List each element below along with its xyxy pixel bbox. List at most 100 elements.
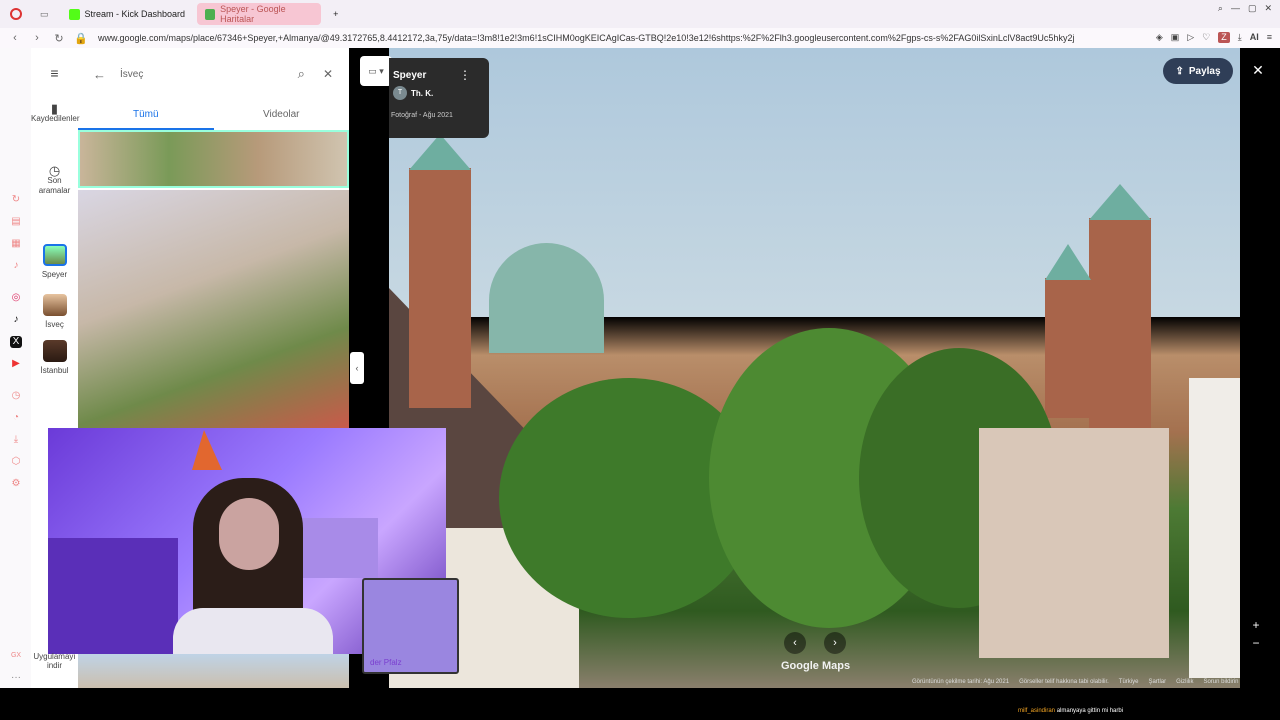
download-icon[interactable]: ⤓ (1238, 32, 1242, 43)
streamer (173, 468, 333, 654)
author-name: Th. K. (411, 88, 434, 98)
maximize-icon[interactable]: ▢ (1248, 3, 1257, 14)
share-icon: ⇪ (1175, 65, 1184, 77)
report-link[interactable]: Sorun bildirin (1203, 679, 1238, 685)
share-button[interactable]: ⇪ Paylaş (1163, 58, 1233, 84)
clear-search-icon[interactable]: ✕ (323, 67, 333, 81)
saved-label: Kaydedilenler (31, 114, 80, 123)
recent-nav-item[interactable]: ◷ Son aramalar (31, 163, 78, 196)
back-arrow-icon[interactable]: ← (93, 67, 106, 82)
terms-link[interactable]: Şartlar (1148, 679, 1166, 685)
more-options-icon[interactable]: ⋮ (459, 68, 471, 82)
maps-footer: Görüntünün çekilme tarihi: Ağu 2021 Görs… (912, 679, 1239, 685)
photo-author[interactable]: T Th. K. (393, 86, 433, 100)
timer-icon[interactable]: ◔ (10, 412, 22, 424)
x-twitter-icon[interactable]: X (10, 336, 22, 348)
lock-icon: 🔒 (74, 32, 88, 45)
place-label: İstanbul (40, 366, 69, 375)
privacy-link[interactable]: Gizlilik (1176, 679, 1193, 685)
minimize-icon[interactable]: — (1231, 3, 1240, 14)
more-icon[interactable]: ··· (10, 672, 22, 684)
instagram-icon[interactable]: ◎ (10, 292, 22, 304)
history-icon[interactable]: ↻ (10, 194, 22, 206)
bookmark-page-icon[interactable]: ◈ (1156, 32, 1163, 43)
settings-icon[interactable]: ⚙ (10, 478, 22, 490)
browser-tab-bar: ▭ Stream - Kick Dashboard Speyer - Googl… (0, 0, 1280, 28)
author-avatar: T (393, 86, 407, 100)
download-app-link[interactable]: Uygulamayı indir (31, 652, 78, 670)
search-input[interactable]: İsveç (120, 69, 298, 80)
saved-nav-item[interactable]: ▮ Kaydedilenler (31, 101, 80, 124)
reload-icon[interactable]: ↻ (52, 32, 66, 45)
clock-icon[interactable]: ◷ (10, 390, 22, 402)
prev-photo-icon[interactable]: ‹ (784, 632, 806, 654)
chat-username: milf_asindiran (1018, 708, 1056, 714)
dome-shape (489, 243, 604, 353)
url-field[interactable]: www.google.com/maps/place/67346+Speyer,+… (98, 33, 1098, 43)
tiktok-icon[interactable]: ♪ (10, 314, 22, 326)
place-nav-isvec[interactable]: İsveç (31, 294, 78, 330)
google-maps-icon (205, 8, 216, 20)
istanbul-thumb (42, 340, 67, 362)
copyright-note[interactable]: Görseller telif hakkına tabi olabilir. (1019, 679, 1109, 685)
opera-logo-icon[interactable] (10, 8, 22, 20)
street-photo[interactable] (389, 48, 1240, 688)
gx-icon[interactable]: GX (10, 650, 22, 662)
share-label: Paylaş (1188, 65, 1221, 77)
profile-icon[interactable]: Z (1218, 32, 1230, 43)
tab-all[interactable]: Tümü (78, 106, 214, 130)
place-label: Speyer (41, 270, 68, 279)
browser-sidebar: ↻ ▤ ▦ ♪ ◎ ♪ X ▶ ◷ ◔ ⤓ ⬡ ⚙ GX ··· (0, 48, 31, 688)
next-photo-icon[interactable]: › (824, 632, 846, 654)
heart-icon[interactable]: ♡ (1202, 32, 1210, 43)
close-window-icon[interactable]: ✕ (1264, 3, 1272, 14)
tab-label: Speyer - Google Haritalar (220, 4, 286, 24)
place-nav-speyer[interactable]: Speyer (31, 244, 78, 280)
image-icon[interactable]: ▦ (10, 238, 22, 250)
photo-thumbnail[interactable] (78, 190, 349, 428)
close-photo-icon[interactable]: ✕ (1250, 62, 1266, 78)
music-icon[interactable]: ♪ (10, 260, 22, 272)
bookmark-icon: ▮ (50, 101, 59, 116)
collapse-panel-button[interactable]: ‹ (350, 352, 364, 384)
photo-thumbnail[interactable] (78, 130, 349, 188)
stream-bottom-bar (0, 688, 1280, 720)
place-nav-istanbul[interactable]: İstanbul (31, 340, 78, 376)
google-maps-logo: Google Maps (781, 660, 851, 672)
snapshot-icon[interactable]: ▣ (1171, 32, 1180, 43)
photo-preview-card[interactable]: der Pfalz (362, 578, 459, 674)
device-toggle-button[interactable]: ▭ ▾ (360, 56, 392, 86)
recent-label: Son aramalar (38, 176, 71, 195)
zoom-in-icon[interactable]: + (1248, 616, 1264, 634)
ai-button[interactable]: AI (1250, 32, 1259, 43)
back-icon[interactable]: ‹ (8, 32, 22, 44)
menu-icon[interactable]: ≡ (1267, 32, 1272, 43)
tab-videos[interactable]: Videolar (214, 106, 350, 130)
photo-thumbnail[interactable] (78, 654, 349, 688)
maps-search-box[interactable]: ← İsveç ⌕ ✕ (93, 62, 333, 86)
search-tabs-icon[interactable]: ⌕ (1218, 3, 1223, 14)
place-label: İsveç (45, 320, 64, 329)
kick-icon (68, 8, 80, 20)
pfalz-label: der Pfalz (370, 658, 402, 667)
tab-workspaces[interactable]: ▭ (32, 3, 57, 25)
photo-nav-arrows: ‹ › (784, 632, 846, 654)
bag-icon[interactable]: ▤ (10, 216, 22, 228)
tab-kick-dashboard[interactable]: Stream - Kick Dashboard (61, 3, 194, 25)
history-icon: ◷ (48, 163, 61, 178)
chat-message: milf_asindiran almanyaya gittin mi harbi (1018, 708, 1123, 714)
search-icon[interactable]: ⌕ (298, 66, 305, 82)
maps-menu-icon[interactable]: ≡ (31, 66, 78, 80)
forward-icon[interactable]: › (30, 32, 44, 44)
speyer-thumb (42, 244, 67, 266)
play-icon[interactable]: ▷ (1187, 32, 1194, 43)
zoom-out-icon[interactable]: − (1248, 634, 1264, 652)
downloads-icon[interactable]: ⤓ (10, 434, 22, 446)
new-tab-button[interactable]: + (325, 3, 346, 25)
tab-google-maps[interactable]: Speyer - Google Haritalar (197, 3, 322, 25)
youtube-icon[interactable]: ▶ (10, 358, 22, 370)
region-link[interactable]: Türkiye (1119, 679, 1139, 685)
photo-info-card: Speyer ⋮ T Th. K. Fotoğraf - Ağu 2021 (389, 58, 489, 138)
extensions-icon[interactable]: ⬡ (10, 456, 22, 468)
address-bar: ‹ › ↻ 🔒 www.google.com/maps/place/67346+… (0, 28, 1280, 48)
